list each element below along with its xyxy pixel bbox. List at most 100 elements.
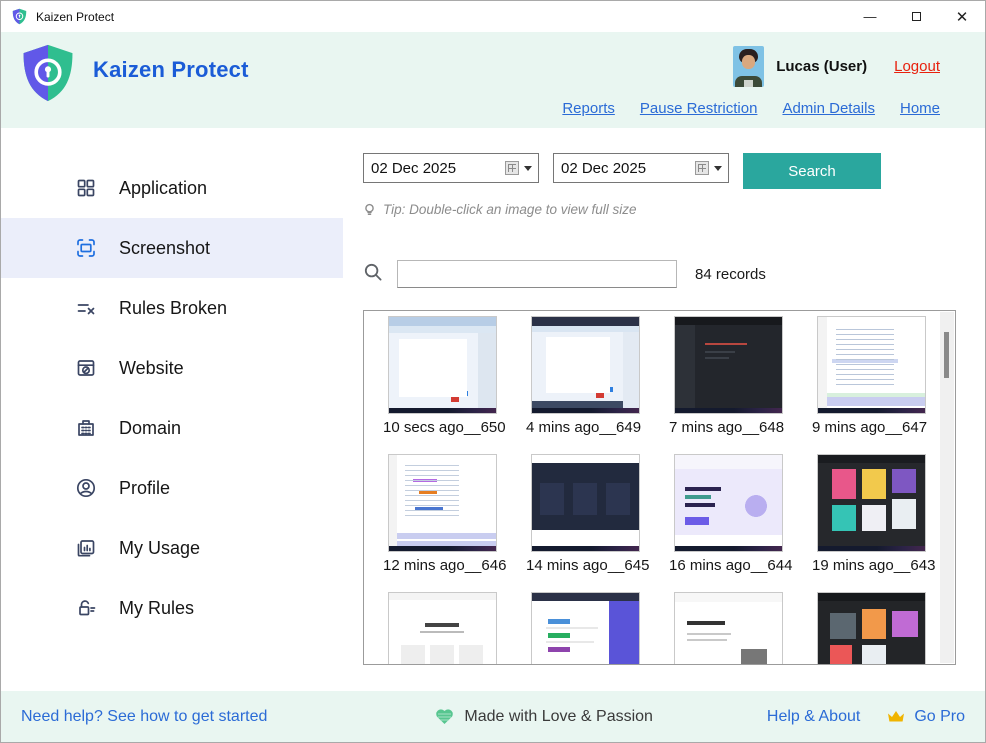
screenshot-caption: 14 mins ago__645 xyxy=(526,557,639,574)
screenshot-item[interactable]: 4 mins ago__649 xyxy=(532,317,639,436)
sidebar-item-label: Application xyxy=(119,178,207,199)
screenshot-caption: 12 mins ago__646 xyxy=(383,557,496,574)
heart-icon xyxy=(435,708,454,725)
screenshot-thumbnail[interactable] xyxy=(818,317,925,413)
close-icon[interactable]: ✕ xyxy=(939,1,985,32)
app-shield-icon xyxy=(11,8,28,25)
screenshot-thumbnail[interactable] xyxy=(532,593,639,664)
window-title: Kaizen Protect xyxy=(36,10,114,24)
screenshot-thumbnail[interactable] xyxy=(818,455,925,551)
user-name: Lucas (User) xyxy=(776,58,867,75)
sidebar-item-label: Profile xyxy=(119,478,170,499)
chevron-down-icon xyxy=(524,166,532,171)
filter-search-input[interactable] xyxy=(397,260,677,288)
screenshot-icon xyxy=(74,237,97,260)
search-icon xyxy=(363,262,383,287)
grid-row: 10 secs ago__650 4 mins ago__649 7 mins … xyxy=(389,317,940,436)
crown-icon xyxy=(886,709,906,724)
lightbulb-icon xyxy=(363,203,376,217)
need-help-link[interactable]: Need help? See how to get started xyxy=(21,708,267,726)
rules-broken-icon xyxy=(74,297,97,320)
screenshot-thumbnail[interactable] xyxy=(532,455,639,551)
tip-text: Tip: Double-click an image to view full … xyxy=(383,202,636,217)
screenshot-thumbnail[interactable] xyxy=(675,455,782,551)
grid-scrollbar-thumb[interactable] xyxy=(944,332,949,378)
grid-scrollbar[interactable] xyxy=(940,312,954,663)
screenshot-item[interactable]: 7 mins ago__648 xyxy=(675,317,782,436)
screenshot-caption: 10 secs ago__650 xyxy=(383,419,496,436)
sidebar-item-website[interactable]: Website xyxy=(1,338,343,398)
domain-icon xyxy=(74,417,97,440)
screenshot-item[interactable] xyxy=(389,593,496,664)
sidebar-item-application[interactable]: Application xyxy=(1,158,343,218)
sidebar-item-profile[interactable]: Profile xyxy=(1,458,343,518)
app-window: Kaizen Protect — ✕ Kaizen Protect Luc xyxy=(0,0,986,743)
app-footer: Need help? See how to get started Made w… xyxy=(1,691,985,742)
brand-shield-logo xyxy=(19,42,77,104)
screenshot-item[interactable]: 10 secs ago__650 xyxy=(389,317,496,436)
made-with-text: Made with Love & Passion xyxy=(464,708,653,726)
header-nav: Reports Pause Restriction Admin Details … xyxy=(562,100,940,117)
grid-row xyxy=(389,593,940,664)
date-from-picker[interactable]: 02 Dec 2025 xyxy=(363,153,539,183)
sidebar-item-my-rules[interactable]: My Rules xyxy=(1,578,343,638)
minimize-icon[interactable]: — xyxy=(847,1,893,32)
screenshot-thumbnail[interactable] xyxy=(389,317,496,413)
nav-link-admin-details[interactable]: Admin Details xyxy=(782,100,875,117)
sidebar-item-rules-broken[interactable]: Rules Broken xyxy=(1,278,343,338)
sidebar-item-screenshot[interactable]: Screenshot xyxy=(1,218,343,278)
nav-link-pause-restriction[interactable]: Pause Restriction xyxy=(640,100,758,117)
logout-link[interactable]: Logout xyxy=(894,58,940,75)
maximize-icon[interactable] xyxy=(893,1,939,32)
nav-link-home[interactable]: Home xyxy=(900,100,940,117)
screenshot-grid: 10 secs ago__650 4 mins ago__649 7 mins … xyxy=(363,310,956,665)
calendar-icon xyxy=(695,161,709,175)
screenshot-caption: 4 mins ago__649 xyxy=(526,419,639,436)
rules-icon xyxy=(74,597,97,620)
screenshot-item[interactable] xyxy=(675,593,782,664)
app-title: Kaizen Protect xyxy=(93,57,249,83)
tip-row: Tip: Double-click an image to view full … xyxy=(363,202,985,217)
screenshot-item[interactable]: 12 mins ago__646 xyxy=(389,455,496,574)
made-with-love: Made with Love & Passion xyxy=(435,708,653,726)
screenshot-item[interactable]: 14 mins ago__645 xyxy=(532,455,639,574)
screenshot-thumbnail[interactable] xyxy=(389,455,496,551)
app-header: Kaizen Protect Lucas (User) Logout Repor… xyxy=(1,32,985,128)
website-icon xyxy=(74,357,97,380)
sidebar-item-label: Screenshot xyxy=(119,238,210,259)
screenshot-item[interactable]: 16 mins ago__644 xyxy=(675,455,782,574)
screenshot-item[interactable]: 9 mins ago__647 xyxy=(818,317,925,436)
screenshot-thumbnail[interactable] xyxy=(818,593,925,664)
screenshot-thumbnail[interactable] xyxy=(532,317,639,413)
brand-area: Kaizen Protect xyxy=(19,42,249,104)
calendar-icon xyxy=(505,161,519,175)
nav-link-reports[interactable]: Reports xyxy=(562,100,615,117)
grid-icon xyxy=(74,177,97,200)
chevron-down-icon xyxy=(714,166,722,171)
grid-row: 12 mins ago__646 14 mins ago__645 16 min… xyxy=(389,455,940,574)
screenshot-thumbnail[interactable] xyxy=(389,593,496,664)
records-count: 84 records xyxy=(695,266,766,283)
sidebar-item-my-usage[interactable]: My Usage xyxy=(1,518,343,578)
screenshot-caption: 16 mins ago__644 xyxy=(669,557,782,574)
screenshot-caption: 19 mins ago__643 xyxy=(812,557,925,574)
sidebar-item-label: My Rules xyxy=(119,598,194,619)
usage-icon xyxy=(74,537,97,560)
search-button[interactable]: Search xyxy=(743,153,881,189)
profile-icon xyxy=(74,477,97,500)
title-bar: Kaizen Protect — ✕ xyxy=(1,1,985,32)
screenshot-item[interactable]: 19 mins ago__643 xyxy=(818,455,925,574)
sidebar-item-domain[interactable]: Domain xyxy=(1,398,343,458)
main-content: 02 Dec 2025 02 Dec 2025 Search Tip: Doub… xyxy=(343,128,985,691)
date-to-picker[interactable]: 02 Dec 2025 xyxy=(553,153,729,183)
screenshot-item[interactable] xyxy=(532,593,639,664)
user-avatar xyxy=(733,46,764,87)
screenshot-item[interactable] xyxy=(818,593,925,664)
screenshot-caption: 7 mins ago__648 xyxy=(669,419,782,436)
go-pro-link[interactable]: Go Pro xyxy=(886,708,965,726)
screenshot-thumbnail[interactable] xyxy=(675,593,782,664)
screenshot-thumbnail[interactable] xyxy=(675,317,782,413)
help-about-link[interactable]: Help & About xyxy=(767,708,860,726)
screenshot-caption: 9 mins ago__647 xyxy=(812,419,925,436)
date-to-value: 02 Dec 2025 xyxy=(561,160,695,177)
